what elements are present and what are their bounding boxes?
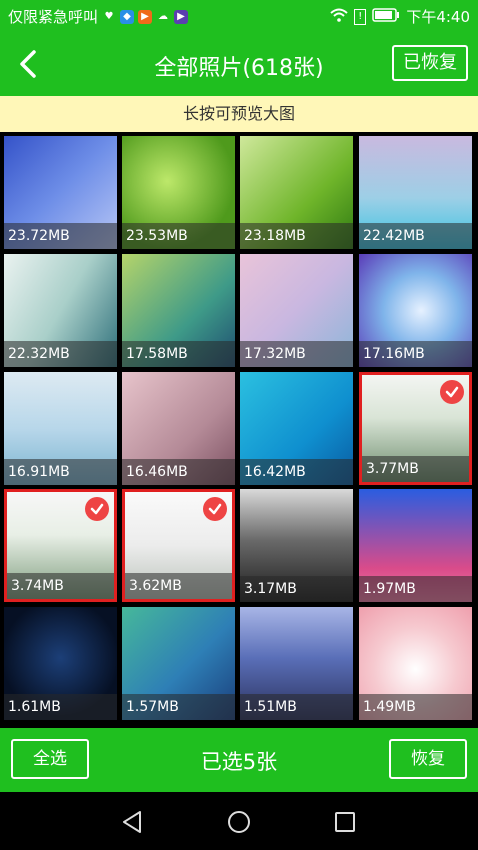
photo-size-label: 17.16MB <box>359 341 472 367</box>
wifi-icon <box>330 8 348 26</box>
status-left: 仅限紧急呼叫 ♥ ◆ ▶ ☁ ▶ <box>8 6 189 27</box>
battery-icon <box>372 7 400 26</box>
title-bar: 全部照片(618张) 已恢复 <box>0 32 478 96</box>
photo-tile[interactable]: 3.77MB <box>359 372 472 485</box>
app-icon-blue: ◆ <box>120 9 135 24</box>
photo-size-label: 3.74MB <box>7 573 114 599</box>
status-right: ! 下午4:40 <box>330 6 470 27</box>
photo-tile[interactable]: 22.42MB <box>359 136 472 249</box>
photo-tile[interactable]: 16.91MB <box>4 372 117 485</box>
photo-size-label: 3.17MB <box>240 576 353 602</box>
photo-tile[interactable]: 3.62MB <box>122 489 235 602</box>
photo-size-label: 1.51MB <box>240 694 353 720</box>
photo-size-label: 23.72MB <box>4 223 117 249</box>
back-triangle-icon[interactable] <box>118 808 146 836</box>
photo-tile[interactable]: 1.57MB <box>122 607 235 720</box>
photo-tile[interactable]: 3.17MB <box>240 489 353 602</box>
photo-size-label: 1.49MB <box>359 694 472 720</box>
recent-apps-icon[interactable] <box>331 808 359 836</box>
photo-size-label: 16.42MB <box>240 459 353 485</box>
photo-tile[interactable]: 17.16MB <box>359 254 472 367</box>
hint-banner: 长按可预览大图 <box>0 96 478 132</box>
photo-size-label: 1.61MB <box>4 694 117 720</box>
photo-tile[interactable]: 17.58MB <box>122 254 235 367</box>
photo-size-label: 16.91MB <box>4 459 117 485</box>
photo-size-label: 23.53MB <box>122 223 235 249</box>
photo-size-label: 3.77MB <box>362 456 469 482</box>
photo-size-label: 17.58MB <box>122 341 235 367</box>
system-nav-bar <box>0 792 478 850</box>
photo-size-label: 23.18MB <box>240 223 353 249</box>
photo-grid: 23.72MB 23.53MB 23.18MB 22.42MB 22.32MB 17.58… <box>0 132 478 728</box>
recover-button[interactable]: 恢复 <box>389 739 467 779</box>
heart-icon: ♥ <box>104 10 114 22</box>
clock-text: 下午4:40 <box>406 8 470 26</box>
restored-button[interactable]: 已恢复 <box>392 45 468 81</box>
photo-size-label: 3.62MB <box>125 573 232 599</box>
photo-size-label: 22.32MB <box>4 341 117 367</box>
bottom-action-bar: 全选 已选5张 恢复 <box>0 728 478 792</box>
photo-tile[interactable]: 16.46MB <box>122 372 235 485</box>
photo-size-label: 22.42MB <box>359 223 472 249</box>
checkmark-icon[interactable] <box>440 380 464 404</box>
photo-tile[interactable]: 1.51MB <box>240 607 353 720</box>
photo-size-label: 1.97MB <box>359 576 472 602</box>
alert-icon: ! <box>354 8 367 25</box>
photo-size-label: 16.46MB <box>122 459 235 485</box>
home-circle-icon[interactable] <box>225 808 253 836</box>
photo-tile[interactable]: 23.53MB <box>122 136 235 249</box>
photo-size-label: 1.57MB <box>122 694 235 720</box>
photo-tile[interactable]: 1.49MB <box>359 607 472 720</box>
photo-tile[interactable]: 17.32MB <box>240 254 353 367</box>
video-icon: ▶ <box>174 9 189 24</box>
app-icon-orange: ▶ <box>138 9 153 24</box>
photo-tile[interactable]: 23.72MB <box>4 136 117 249</box>
photo-tile[interactable]: 22.32MB <box>4 254 117 367</box>
photo-tile[interactable]: 3.74MB <box>4 489 117 602</box>
status-bar: 仅限紧急呼叫 ♥ ◆ ▶ ☁ ▶ ! 下午4:40 <box>0 0 478 32</box>
checkmark-icon[interactable] <box>85 497 109 521</box>
photo-tile[interactable]: 1.61MB <box>4 607 117 720</box>
carrier-text: 仅限紧急呼叫 <box>8 8 99 26</box>
checkmark-icon[interactable] <box>203 497 227 521</box>
photo-tile[interactable]: 1.97MB <box>359 489 472 602</box>
photo-tile[interactable]: 23.18MB <box>240 136 353 249</box>
photo-size-label: 17.32MB <box>240 341 353 367</box>
photo-tile[interactable]: 16.42MB <box>240 372 353 485</box>
cloud-icon: ☁ <box>158 10 169 22</box>
